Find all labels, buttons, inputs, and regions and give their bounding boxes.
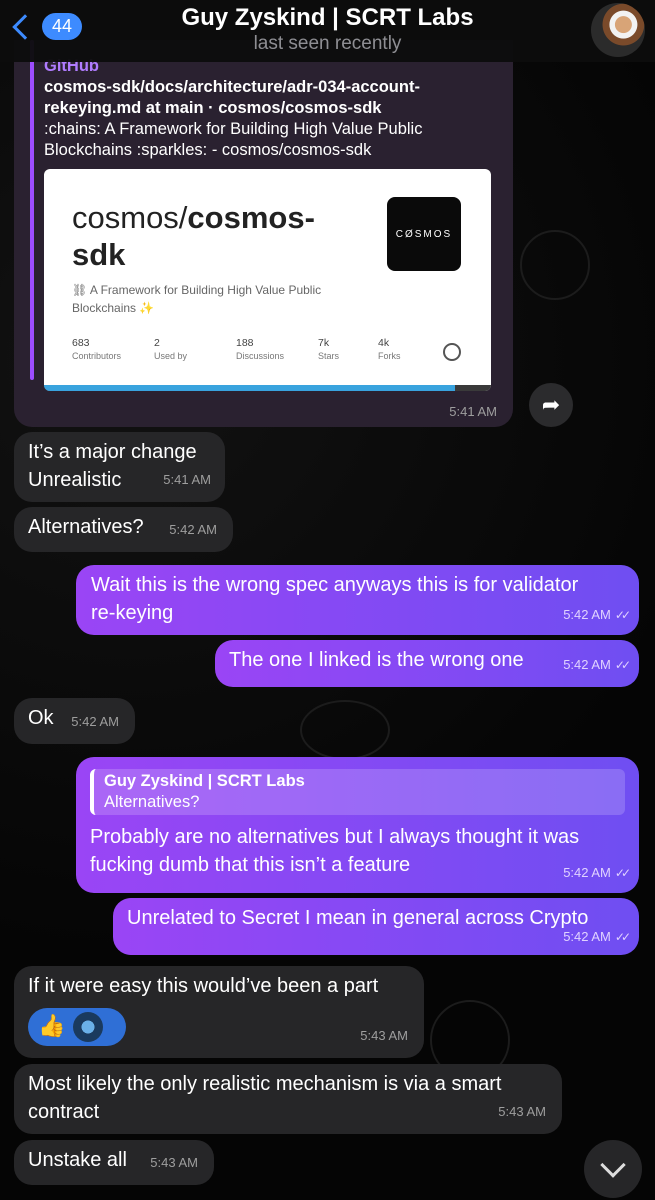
- link-accent-bar: [30, 40, 34, 380]
- link-title[interactable]: cosmos-sdk/docs/architecture/adr-034-acc…: [44, 77, 494, 119]
- stat-forks: 4k Forks: [378, 337, 438, 361]
- message-text: fucking dumb that this isn’t a feature: [90, 854, 411, 876]
- message-bubble-outgoing[interactable]: Unrelated to Secret I mean in general ac…: [113, 898, 639, 955]
- read-receipt-icon: ✓✓: [614, 608, 631, 622]
- stat-label: Contributors: [72, 351, 122, 361]
- message-time: 5:43 AM: [150, 1155, 198, 1170]
- stat-label: Used by: [154, 351, 188, 361]
- stat-value: 683: [72, 337, 90, 349]
- reactor-avatar: [73, 1012, 104, 1042]
- link-description: :chains: A Framework for Building High V…: [44, 120, 423, 159]
- scroll-to-bottom-button[interactable]: [584, 1140, 642, 1198]
- read-receipt-icon: ✓✓: [614, 866, 631, 880]
- message-meta: 5:42 AM ✓✓: [563, 601, 631, 629]
- read-receipt-icon: ✓✓: [614, 658, 631, 672]
- message-text: If it were easy this would’ve been a par…: [28, 975, 379, 997]
- message-text: Probably are no alternatives but I alway…: [90, 826, 580, 848]
- message-time: 5:42 AM: [563, 657, 611, 672]
- message-meta: 5:42 AM ✓✓: [563, 651, 631, 679]
- message-bubble-incoming[interactable]: If it were easy this would’ve been a par…: [14, 966, 424, 1058]
- message-bubble-incoming[interactable]: It’s a major change Unrealistic 5:41 AM: [14, 432, 225, 502]
- contact-avatar[interactable]: [591, 3, 645, 57]
- message-bubble-outgoing[interactable]: The one I linked is the wrong one 5:42 A…: [215, 640, 639, 687]
- message-time: 5:42 AM: [563, 607, 611, 622]
- share-arrow-icon: ➦: [541, 392, 561, 417]
- message-text: Wait this is the wrong spec anyways this…: [91, 574, 579, 596]
- stat-label: Stars: [318, 351, 340, 361]
- stat-value: 7k: [318, 337, 330, 349]
- repo-stats: 683 Contributors 2 Used by 188 Discussions …: [72, 337, 462, 361]
- background-doodle: [300, 700, 390, 760]
- message-text: Unrelated to Secret I mean in general ac…: [127, 907, 589, 929]
- message-time: 5:42 AM: [169, 522, 217, 537]
- chat-header: 44 Guy Zyskind | SCRT Labs last seen rec…: [0, 0, 655, 62]
- message-meta: 5:42 AM ✓✓: [563, 859, 631, 887]
- message-time: 5:41 AM: [449, 404, 497, 419]
- forward-button[interactable]: ➦: [529, 383, 573, 427]
- stat-value: 188: [236, 337, 254, 349]
- repo-name-part-1: cosmos-: [187, 200, 315, 235]
- link-preview-message[interactable]: GitHub cosmos-sdk/docs/architecture/adr-…: [14, 40, 513, 427]
- thumbs-up-reaction[interactable]: 👍: [38, 1012, 65, 1042]
- link-preview-image[interactable]: cosmos/cosmos- sdk ⛓ A Framework for Bui…: [44, 169, 491, 391]
- message-bubble-incoming[interactable]: Ok 5:42 AM: [14, 698, 135, 744]
- preview-color-bar: [44, 385, 491, 391]
- chat-status: last seen recently: [253, 33, 402, 54]
- message-bubble-outgoing[interactable]: Guy Zyskind | SCRT Labs Alternatives? Pr…: [76, 757, 639, 893]
- message-time: 5:41 AM: [163, 472, 211, 487]
- read-receipt-icon: ✓✓: [614, 930, 631, 944]
- chat-title[interactable]: Guy Zyskind | SCRT Labs: [0, 4, 655, 32]
- repo-name-part-2: sdk: [72, 237, 126, 272]
- cosmos-logo: CØSMOS: [387, 197, 461, 271]
- stat-label: Discussions: [236, 351, 285, 361]
- reactions[interactable]: 👍: [28, 1008, 126, 1046]
- message-meta: 5:42 AM ✓✓: [563, 923, 631, 951]
- message-bubble-incoming[interactable]: Most likely the only realistic mechanism…: [14, 1064, 562, 1134]
- message-bubble-incoming[interactable]: Unstake all 5:43 AM: [14, 1140, 214, 1185]
- message-text: It’s a major change: [28, 441, 197, 463]
- message-time: 5:42 AM: [563, 929, 611, 944]
- stat-used-by: 2 Used by: [154, 337, 236, 361]
- message-text: Most likely the only realistic mechanism…: [28, 1073, 502, 1095]
- message-bubble-incoming[interactable]: Alternatives? 5:42 AM: [14, 507, 233, 552]
- chevron-down-icon: [600, 1152, 626, 1178]
- stat-value: 2: [154, 337, 160, 349]
- stat-discussions: 188 Discussions: [236, 337, 318, 361]
- message-time: 5:42 AM: [563, 865, 611, 880]
- stat-contributors: 683 Contributors: [72, 337, 154, 361]
- message-bubble-outgoing[interactable]: Wait this is the wrong spec anyways this…: [76, 565, 639, 635]
- message-text: re-keying: [91, 602, 174, 624]
- quote-text: Alternatives?: [104, 793, 200, 811]
- background-doodle: [520, 230, 590, 300]
- preview-repo-title: cosmos/cosmos- sdk: [72, 199, 315, 273]
- message-time: 5:43 AM: [498, 1104, 546, 1119]
- stat-label: Forks: [378, 351, 401, 361]
- quote-author: Guy Zyskind | SCRT Labs: [104, 772, 305, 790]
- message-time: 5:42 AM: [71, 714, 119, 729]
- reply-quote[interactable]: Guy Zyskind | SCRT Labs Alternatives?: [90, 769, 625, 815]
- message-time: 5:43 AM: [360, 1028, 408, 1043]
- message-text: contract: [28, 1101, 100, 1123]
- repo-owner: cosmos/: [72, 200, 188, 235]
- stat-value: 4k: [378, 337, 390, 349]
- github-icon: [443, 343, 461, 361]
- stat-stars: 7k Stars: [318, 337, 378, 361]
- preview-description: ⛓ A Framework for Building High Value Pu…: [72, 283, 322, 315]
